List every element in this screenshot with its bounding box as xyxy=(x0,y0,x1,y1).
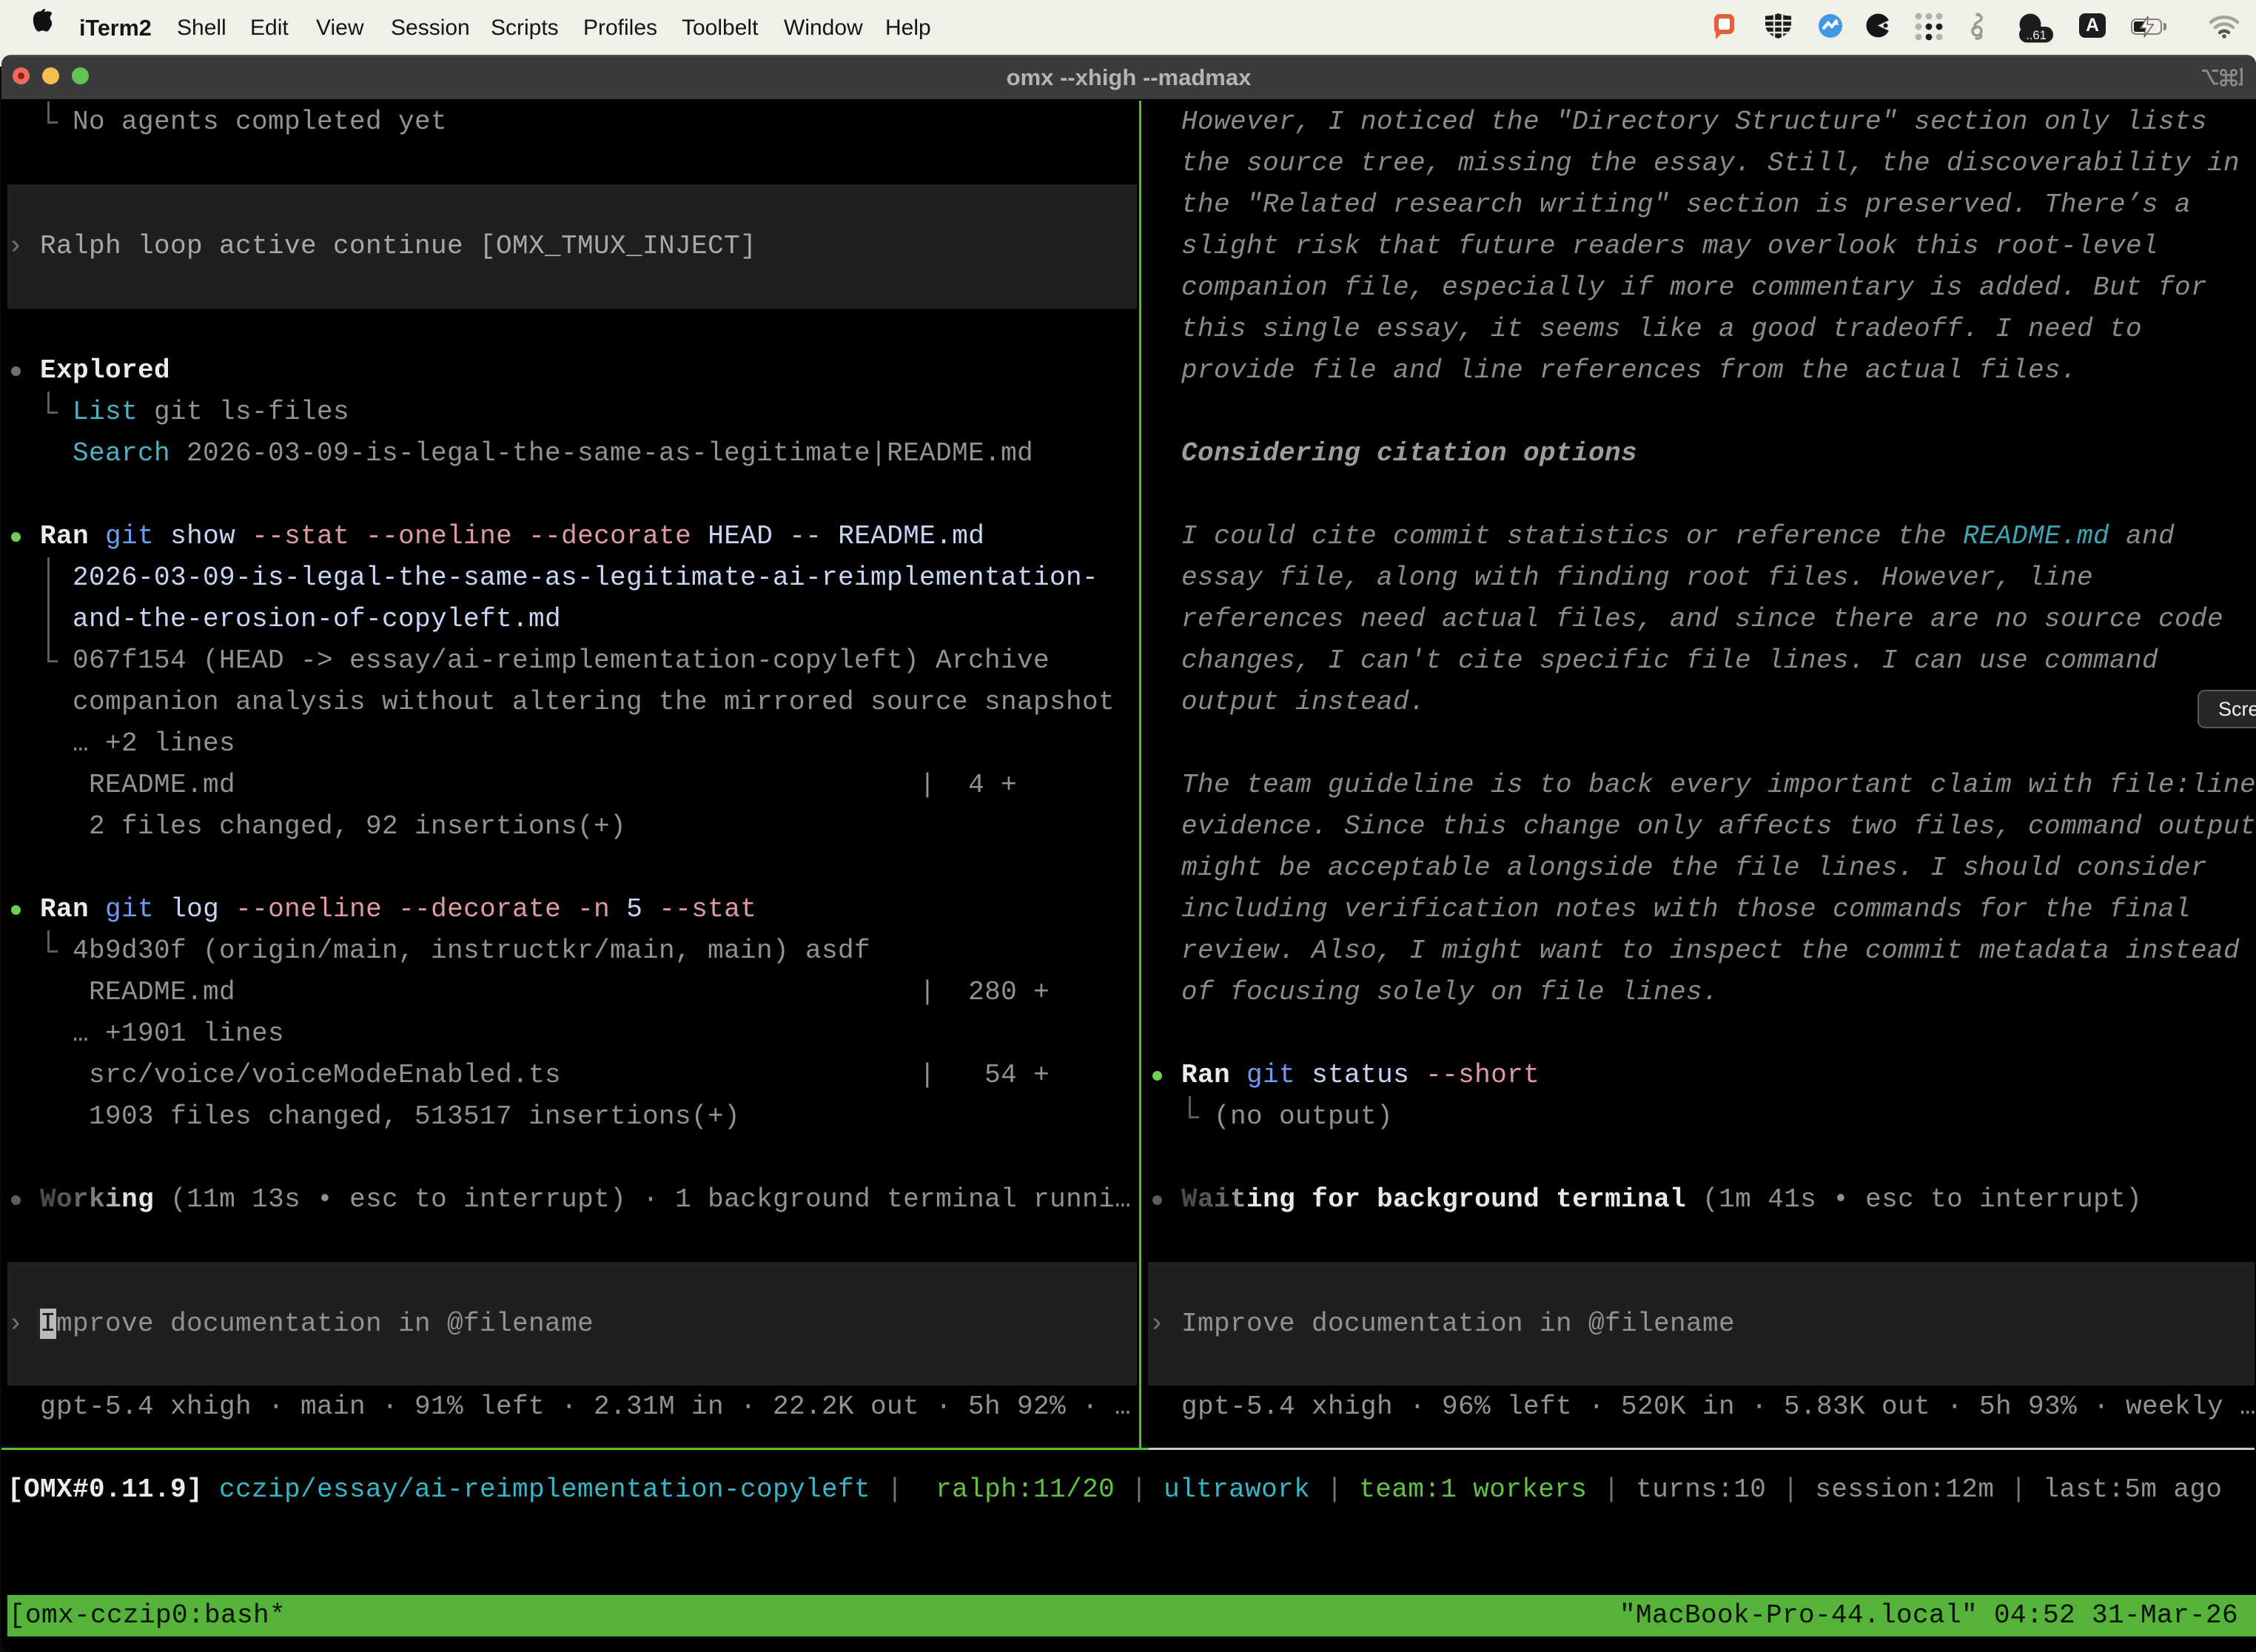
svg-text:..61: ..61 xyxy=(2026,29,2047,42)
